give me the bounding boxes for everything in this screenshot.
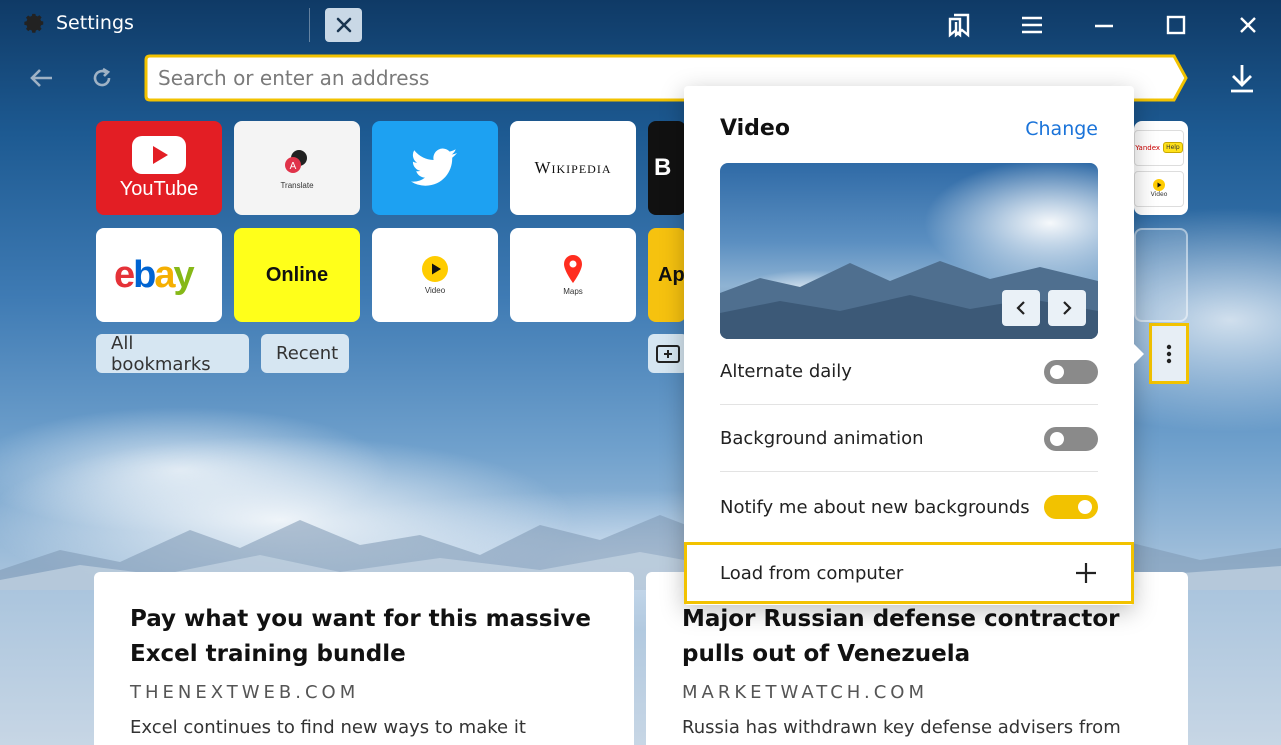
news-title[interactable]: Major Russian defense contractor pulls o… [682,602,1152,672]
tile-translate-label: Translate [280,180,314,190]
help-label: Help [1163,142,1183,153]
panel-pointer [1130,340,1144,368]
minimize-icon [1095,24,1113,28]
change-background-link[interactable]: Change [1025,118,1098,140]
maximize-button[interactable] [1159,8,1193,42]
youtube-play-icon [132,135,186,174]
tile-twitter[interactable] [372,121,498,215]
translate-icon: A [285,149,307,173]
title-bar: Settings [0,0,1281,50]
tile-online-label: Online [265,263,329,286]
add-tile-button[interactable] [648,334,688,373]
menu-icon [1022,16,1042,34]
settings-tab[interactable]: Settings [24,12,134,34]
menu-button[interactable] [1015,8,1049,42]
download-icon [1231,65,1253,93]
load-from-computer-button[interactable]: Load from computer [684,542,1134,604]
background-preview [720,163,1098,339]
video-play-icon [422,255,448,282]
recent-label: Recent [276,343,339,364]
tile-wikipedia-label: Wikipedia [534,158,612,177]
maximize-icon [1166,15,1186,35]
settings-tab-title: Settings [56,12,134,34]
setting-notify-new-backgrounds: Notify me about new backgrounds [720,474,1098,540]
news-snippet: Excel continues to find new ways to make… [130,717,526,738]
chevron-left-icon [1016,301,1025,315]
tile-maps-label: Maps [563,286,583,296]
recent-button[interactable]: Recent [261,334,349,373]
all-bookmarks-label: All bookmarks [111,332,211,375]
notify-backgrounds-toggle[interactable] [1044,495,1098,519]
setting-label: Alternate daily [720,361,852,382]
tile-video[interactable]: Video [372,228,498,322]
twitter-bird-icon [411,148,457,186]
background-settings-panel: Video Change Alternate daily Background … [684,86,1134,605]
close-icon [336,17,351,33]
add-tile-icon [656,344,680,363]
reload-icon [93,67,111,87]
news-snippet: Russia has withdrawn key defense adviser… [682,717,1121,738]
tile-apps-label: Ap [658,263,685,286]
news-source: THENEXTWEB.COM [130,682,360,703]
alternate-daily-toggle[interactable] [1044,359,1098,384]
prev-background-button[interactable] [1002,290,1040,326]
background-options-button[interactable] [1149,323,1189,384]
news-source: MARKETWATCH.COM [682,682,928,703]
tab-divider [309,8,310,42]
tile-empty-slot[interactable] [1134,228,1188,322]
map-pin-icon [564,254,582,283]
preview-mountains [720,261,1098,339]
news-title[interactable]: Pay what you want for this massive Excel… [130,602,598,672]
tile-dark-label: B [654,154,672,181]
bookmarks-button[interactable] [942,8,976,42]
all-bookmarks-button[interactable]: All bookmarks [96,332,249,375]
tile-ebay[interactable]: ebay [96,228,222,322]
video-play-icon [1153,179,1165,191]
tile-partial-apps[interactable]: Ap [648,228,686,322]
setting-background-animation: Background animation [720,406,1098,472]
news-card[interactable]: Pay what you want for this massive Excel… [94,572,634,745]
tile-partial-dark[interactable]: B [648,121,686,215]
close-window-icon [1240,17,1256,33]
close-window-button[interactable] [1231,8,1265,42]
yandex-label: Yandex [1135,143,1161,152]
tile-translate[interactable]: A Translate [234,121,360,215]
close-tab-button[interactable] [325,8,362,42]
svg-text:ebay: ebay [114,255,195,295]
setting-label: Notify me about new backgrounds [720,496,1030,518]
tile-online[interactable]: Online [234,228,360,322]
back-arrow-icon [30,69,52,87]
mini-card-yandex: Yandex Help [1134,129,1184,166]
chevron-right-icon [1063,301,1072,315]
bookmarks-icon [948,13,970,38]
minimize-button[interactable] [1087,8,1121,42]
tile-youtube[interactable]: YouTube [96,121,222,215]
svg-text:A: A [290,161,297,172]
load-from-computer-label: Load from computer [720,562,904,584]
tile-video-label: Video [424,285,446,295]
background-animation-toggle[interactable] [1044,426,1098,451]
setting-label: Background animation [720,428,924,449]
reload-button[interactable] [86,62,118,94]
tile-maps[interactable]: Maps [510,228,636,322]
mini-card-video: Video [1134,170,1184,207]
gear-icon [24,13,44,33]
tile-youtube-label: YouTube [119,177,199,200]
mini-video-label: Video [1150,191,1168,198]
tile-group[interactable]: Yandex Help Video [1134,121,1188,215]
more-vertical-icon [1166,344,1172,363]
next-background-button[interactable] [1048,290,1086,326]
ebay-logo: ebay [114,255,197,295]
download-button[interactable] [1224,60,1260,96]
back-button[interactable] [25,62,57,94]
panel-title: Video [720,116,790,141]
setting-alternate-daily: Alternate daily [720,339,1098,405]
tile-wikipedia[interactable]: Wikipedia [510,121,636,215]
plus-icon [1076,563,1096,583]
